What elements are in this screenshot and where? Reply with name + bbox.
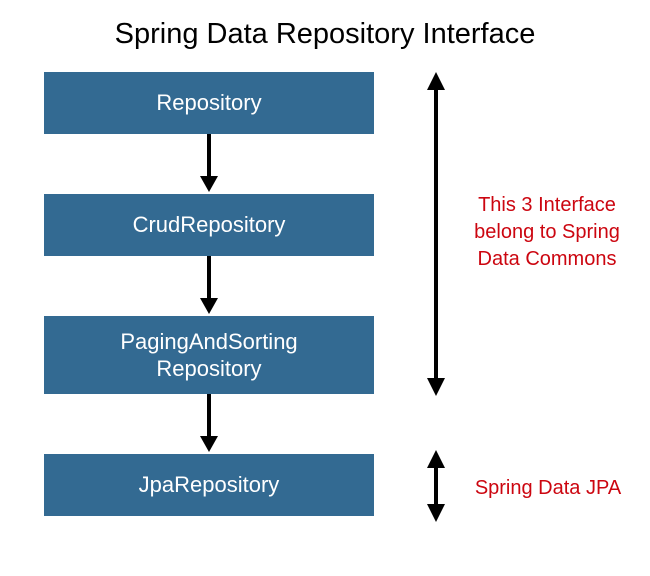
box-crud-repository: CrudRepository [44, 194, 374, 256]
hierarchy-column: Repository CrudRepository PagingAndSorti… [44, 72, 374, 516]
box-label: JpaRepository [139, 471, 280, 499]
annotation-line: Data Commons [478, 248, 617, 270]
box-label: PagingAndSorting Repository [120, 328, 297, 383]
annotation-line: This 3 Interface [478, 194, 616, 216]
bracket-jpa [424, 450, 448, 522]
inheritance-arrow [44, 134, 374, 194]
annotation-spring-data-jpa: Spring Data JPA [468, 475, 628, 502]
box-label-line: Repository [156, 356, 261, 381]
box-jpa-repository: JpaRepository [44, 454, 374, 516]
diagram-title: Spring Data Repository Interface [0, 0, 650, 51]
box-repository: Repository [44, 72, 374, 134]
annotation-line: Spring Data JPA [475, 477, 621, 499]
box-label-line: PagingAndSorting [120, 329, 297, 354]
box-paging-sorting-repository: PagingAndSorting Repository [44, 316, 374, 394]
annotation-spring-data-commons: This 3 Interface belong to Spring Data C… [462, 192, 632, 273]
box-label: Repository [156, 89, 261, 117]
box-label: CrudRepository [133, 211, 286, 239]
annotation-line: belong to Spring [474, 221, 620, 243]
inheritance-arrow [44, 394, 374, 454]
inheritance-arrow [44, 256, 374, 316]
bracket-commons [424, 72, 448, 396]
